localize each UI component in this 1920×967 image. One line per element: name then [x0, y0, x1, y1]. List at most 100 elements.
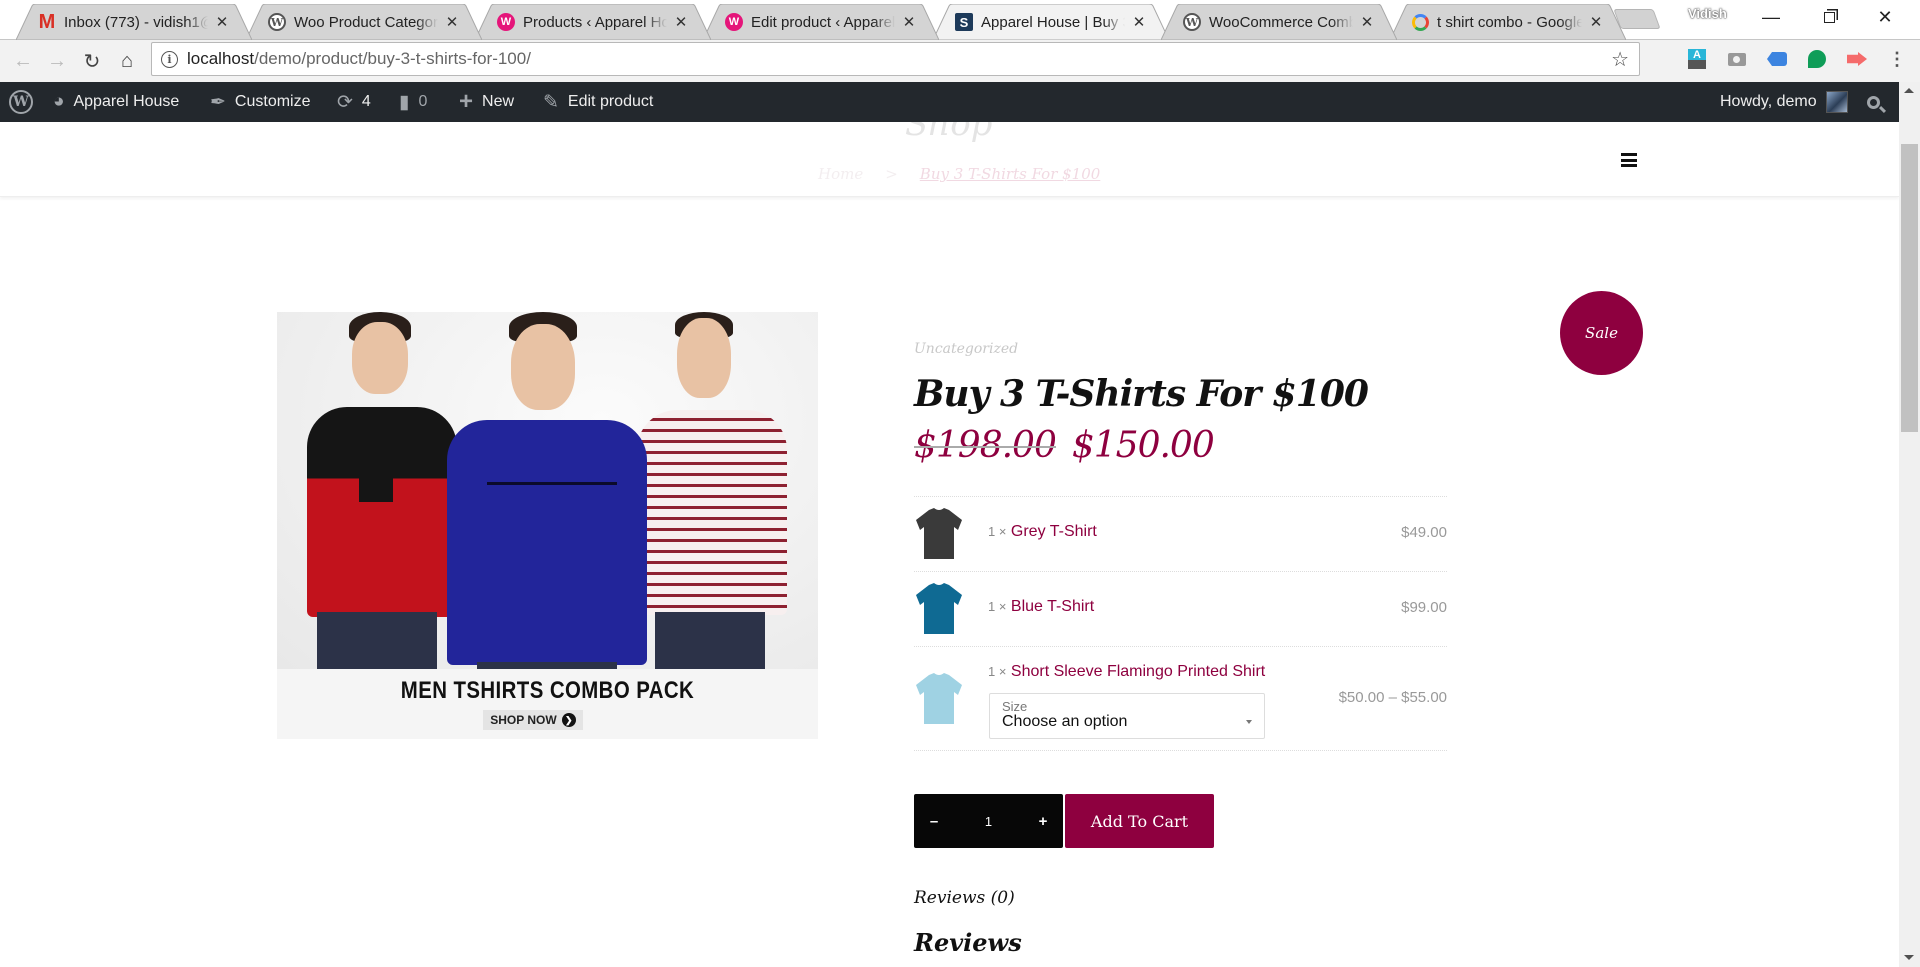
comments-link[interactable]: ▮ 0: [399, 82, 427, 122]
tab-close-icon[interactable]: ✕: [444, 13, 460, 31]
customize-label: Customize: [234, 93, 311, 110]
updates-link[interactable]: ⟳ 4: [337, 82, 371, 122]
flamingo-shirt-thumbnail[interactable]: [914, 673, 964, 725]
my-account-menu[interactable]: Howdy, demo: [1720, 82, 1848, 122]
url-host: localhost: [187, 49, 255, 68]
bundle-item-name-link[interactable]: Short Sleeve Flamingo Printed Shirt: [1011, 663, 1265, 680]
updates-count: 4: [361, 93, 371, 110]
blue-tshirt-thumbnail[interactable]: [914, 583, 964, 635]
tab-close-icon[interactable]: ✕: [1359, 13, 1375, 31]
browser-tab-content[interactable]: S Apparel House | Buy 3 T ✕: [955, 4, 1147, 40]
bookmark-star-icon[interactable]: ☆: [1611, 47, 1629, 72]
browser-tab-content[interactable]: W Edit product ‹ Apparel H ✕: [725, 4, 917, 40]
browser-tab-content[interactable]: W WooCommerce Combo ✕: [1183, 4, 1375, 40]
tag-icon[interactable]: [1766, 48, 1788, 70]
sale-price: $150.00: [1071, 425, 1215, 466]
wampserver-icon: W: [725, 13, 743, 31]
tab-close-icon[interactable]: ✕: [673, 13, 689, 31]
page-scrollbar[interactable]: [1899, 82, 1920, 967]
camera-icon[interactable]: [1726, 48, 1748, 70]
quantity-plus-button[interactable]: +: [1023, 794, 1063, 848]
search-icon: [1867, 95, 1887, 113]
bundle-item-qty: 1 ×: [988, 664, 1007, 679]
back-button[interactable]: ←: [10, 48, 36, 74]
browser-tab-content[interactable]: M Inbox (773) - vidish1@g ✕: [38, 4, 230, 40]
edit-product-label: Edit product: [567, 93, 654, 110]
google-icon: [1412, 13, 1429, 31]
restore-button[interactable]: [1806, 0, 1852, 34]
bundle-item-name-link[interactable]: Grey T-Shirt: [1011, 523, 1097, 540]
scroll-up-arrow-icon[interactable]: [1904, 88, 1914, 93]
browser-tab-content[interactable]: W Products ‹ Apparel House ✕: [497, 4, 689, 40]
scrollbar-thumb[interactable]: [1901, 144, 1918, 432]
tab-title: Woo Product Category: [294, 13, 438, 31]
forward-button[interactable]: →: [44, 48, 70, 74]
new-label: New: [482, 93, 515, 110]
tab-title: Inbox (773) - vidish1@g: [64, 13, 208, 31]
tab-title: Apparel House | Buy 3 T: [981, 13, 1125, 31]
browser-tab-bar: M Inbox (773) - vidish1@g ✕ W Woo Product Ca…: [0, 0, 1920, 40]
tab-reviews[interactable]: Reviews (0): [914, 888, 1015, 908]
sale-badge: Sale: [1560, 291, 1643, 375]
size-selected-value: Choose an option: [1002, 713, 1128, 730]
wp-logo-menu[interactable]: W: [9, 82, 33, 122]
product-price: $198.00 $150.00: [914, 425, 1215, 466]
bundle-item-price: $49.00: [1401, 524, 1447, 541]
keyboard-a-icon[interactable]: A: [1686, 48, 1708, 70]
minimize-button[interactable]: —: [1748, 0, 1794, 34]
tab-close-icon[interactable]: ✕: [214, 13, 230, 31]
site-name-menu[interactable]: ◕ Apparel House: [53, 82, 179, 122]
size-select[interactable]: Size Choose an option: [989, 693, 1265, 739]
chevron-down-icon: [1246, 720, 1252, 724]
breadcrumb-home[interactable]: Home: [818, 165, 863, 183]
tab-close-icon[interactable]: ✕: [1588, 13, 1604, 31]
menu-hamburger-icon[interactable]: [1621, 153, 1637, 167]
tab-close-icon[interactable]: ✕: [901, 13, 917, 31]
info-icon[interactable]: i: [161, 50, 178, 68]
page-title: Shop: [905, 122, 993, 144]
menu-dots-icon[interactable]: ⋮: [1886, 48, 1908, 70]
size-label: Size: [1002, 699, 1028, 714]
bundle-item-name-link[interactable]: Blue T-Shirt: [1011, 598, 1094, 615]
restore-icon: [1823, 11, 1835, 23]
reload-button[interactable]: ↻: [79, 48, 105, 74]
close-window-button[interactable]: ✕: [1862, 0, 1908, 34]
quantity-minus-button[interactable]: –: [914, 794, 954, 848]
tab-title: Products ‹ Apparel House: [523, 13, 667, 31]
home-button[interactable]: ⌂: [114, 48, 140, 74]
breadcrumb-current[interactable]: Buy 3 T-Shirts For $100: [920, 165, 1101, 183]
scroll-down-arrow-icon[interactable]: [1904, 955, 1914, 960]
shop-now-badge: SHOP NOW ❯: [483, 710, 583, 730]
bundle-item-price: $50.00 – $55.00: [1338, 689, 1447, 706]
tab-close-icon[interactable]: ✕: [1131, 13, 1147, 31]
quantity-stepper: – 1 +: [914, 794, 1063, 848]
breadcrumb-separator: >: [885, 165, 898, 183]
wp-admin-bar: W ◕ Apparel House ✒ Customize ⟳ 4 ▮ 0 + …: [0, 82, 1899, 122]
regular-price: $198.00: [914, 425, 1057, 466]
admin-search-button[interactable]: [1867, 82, 1887, 122]
wordpress-icon: W: [268, 13, 286, 31]
hangouts-icon[interactable]: [1806, 48, 1828, 70]
updates-icon: ⟳: [337, 91, 353, 113]
image-caption: MEN TSHIRTS COMBO PACK: [400, 677, 695, 704]
browser-tab-content[interactable]: t shirt combo - Google ✕: [1412, 4, 1604, 40]
wordpress-icon: W: [9, 90, 33, 114]
product-category-link[interactable]: Uncategorized: [914, 341, 1018, 357]
bundle-item-price: $99.00: [1401, 599, 1447, 616]
bundle-items-list: 1 × Grey T-Shirt $49.00 1 × Blue T-Shirt…: [914, 496, 1447, 751]
address-bar[interactable]: i localhost/demo/product/buy-3-t-shirts-…: [151, 42, 1640, 76]
breadcrumb: Home > Buy 3 T-Shirts For $100: [818, 165, 1100, 183]
profile-name[interactable]: Vidish: [1688, 6, 1727, 21]
product-image[interactable]: MEN TSHIRTS COMBO PACK SHOP NOW ❯: [277, 312, 818, 739]
page-content: Shop Home > Buy 3 T-Shirts For $100 MEN …: [0, 122, 1899, 967]
browser-tab-content[interactable]: W Woo Product Category ✕: [268, 4, 460, 40]
bundle-item: 1 × Short Sleeve Flamingo Printed Shirt …: [914, 647, 1447, 751]
grey-tshirt-thumbnail[interactable]: [914, 508, 964, 560]
add-to-cart-button[interactable]: Add To Cart: [1065, 794, 1214, 848]
edit-product-link[interactable]: ✎ Edit product: [543, 82, 653, 122]
cast-icon[interactable]: [1846, 48, 1868, 70]
new-content-menu[interactable]: + New: [459, 82, 514, 122]
brush-icon: ✒: [210, 91, 226, 113]
customize-link[interactable]: ✒ Customize: [210, 82, 311, 122]
quantity-input[interactable]: 1: [954, 794, 1023, 848]
